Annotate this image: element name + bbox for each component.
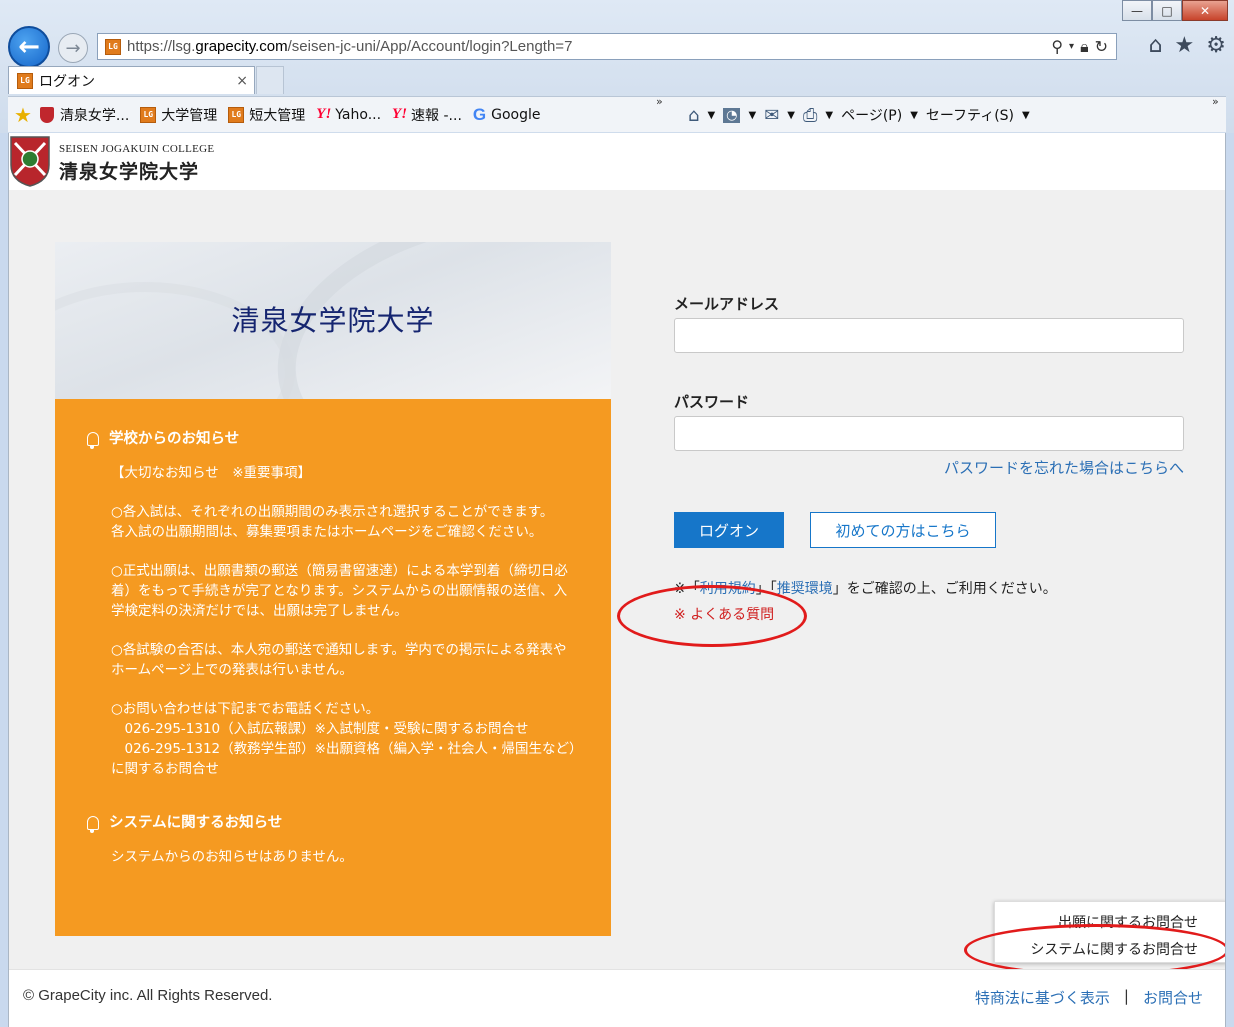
mail-icon[interactable]: ✉	[764, 105, 779, 126]
chevron-down-icon[interactable]: ▼	[825, 110, 833, 121]
logo-japanese: 清泉女学院大学	[59, 161, 200, 183]
copyright-text: © GrapeCity inc. All Rights Reserved.	[23, 987, 273, 1004]
lock-icon[interactable]: 🔒︎	[1080, 37, 1089, 57]
favorite-item-seisen[interactable]: 清泉女学...	[39, 105, 129, 125]
environment-link[interactable]: 推奨環境	[777, 581, 833, 597]
favorites-overflow-chevron-icon[interactable]: »	[656, 95, 663, 108]
notice-paragraph: ○正式出願は、出願書類の郵送（簡易書留速達）による本学到着（締切日必着）をもって…	[111, 563, 568, 619]
command-bar: ⌂ ▼ ◔ ▼ ✉ ▼ ⎙ ▼ ページ(P) ▼ セーフティ(S) ▼	[688, 97, 1030, 133]
favorite-item-google[interactable]: G Google	[473, 105, 541, 125]
home-icon[interactable]: ⌂	[1149, 33, 1163, 58]
contact-popup: 出願に関するお問合せ システムに関するお問合せ	[994, 901, 1225, 963]
tab-close-icon[interactable]: ×	[236, 73, 248, 89]
browser-chrome: — □ ✕ ← → LG https://lsg.grapecity.com/s…	[0, 0, 1234, 133]
faq-link[interactable]: よくある質問	[690, 607, 774, 623]
site-favicon-icon: LG	[105, 38, 121, 55]
print-icon[interactable]: ⎙	[803, 105, 817, 126]
browser-right-icons: ⌂ ★ ⚙	[1149, 33, 1226, 58]
favorites-star-icon[interactable]: ★	[1175, 33, 1195, 58]
search-icon[interactable]: ⚲	[1051, 37, 1063, 57]
gear-icon[interactable]: ⚙	[1206, 33, 1226, 58]
add-favorite-icon[interactable]: ★	[14, 103, 32, 127]
forgot-password-link[interactable]: パスワードを忘れた場合はこちらへ	[674, 457, 1184, 478]
site-header: SEISEN JOGAKUIN COLLEGE 清泉女学院大学	[9, 133, 1225, 190]
school-notice-heading: 学校からのお知らせ	[87, 429, 579, 449]
system-notice-text: システムからのお知らせはありません。	[111, 849, 353, 865]
lg-icon: LG	[140, 106, 157, 123]
home-icon[interactable]: ⌂	[688, 105, 699, 126]
favorite-item-univ-admin[interactable]: LG 大学管理	[140, 105, 217, 125]
notice-paragraph: 【大切なお知らせ ※重要事項】	[111, 465, 312, 481]
rss-feed-icon[interactable]: ◔	[723, 107, 741, 123]
crest-icon	[39, 106, 54, 123]
close-window-button[interactable]: ✕	[1182, 0, 1228, 21]
yahoo-icon: Y!	[316, 106, 332, 122]
site-footer: © GrapeCity inc. All Rights Reserved. 特商…	[9, 969, 1225, 1027]
minimize-button[interactable]: —	[1122, 0, 1152, 21]
password-label: パスワード	[674, 393, 750, 411]
favorites-bar: ★ 清泉女学... LG 大学管理 LG 短大管理 Y! Yaho... Y! …	[8, 95, 1226, 133]
tab-favicon-icon: LG	[17, 72, 33, 89]
back-button[interactable]: ←	[8, 26, 50, 68]
hero-banner: 清泉女学院大学	[55, 242, 611, 399]
address-bar-icons: ⚲ ▾ 🔒︎ ↻	[1051, 37, 1108, 57]
maximize-button[interactable]: □	[1152, 0, 1182, 21]
bell-icon	[87, 816, 99, 833]
terms-notice: ※「利用規約」「推奨環境」をご確認の上、ご利用ください。	[674, 581, 1057, 597]
system-inquiry-link[interactable]: システムに関するお問合せ	[1030, 939, 1198, 959]
chevron-down-icon[interactable]: ▼	[910, 110, 918, 121]
logo-english: SEISEN JOGAKUIN COLLEGE	[59, 143, 215, 155]
url-text[interactable]: https://lsg.grapecity.com/seisen-jc-uni/…	[127, 38, 572, 55]
footer-links: 特商法に基づく表示 | お問合せ	[975, 987, 1203, 1008]
login-form: メールアドレス パスワード パスワードを忘れた場合はこちらへ ログオン 初めての…	[674, 293, 1184, 624]
page-viewport: SEISEN JOGAKUIN COLLEGE 清泉女学院大学 清泉女学院大学 …	[8, 133, 1226, 1027]
first-time-button[interactable]: 初めての方はこちら	[810, 512, 996, 548]
chevron-down-icon[interactable]: ▼	[1022, 110, 1030, 121]
google-icon: G	[472, 104, 487, 124]
login-button[interactable]: ログオン	[674, 512, 784, 548]
email-field[interactable]	[674, 318, 1184, 353]
tab-login[interactable]: LG ログオン ×	[8, 66, 255, 94]
footer-contact-link[interactable]: お問合せ	[1143, 987, 1203, 1008]
yahoo-icon: Y!	[392, 106, 408, 122]
notice-panel: 学校からのお知らせ 【大切なお知らせ ※重要事項】 ○各入試は、それぞれの出願期…	[55, 399, 611, 936]
favorite-item-college-admin[interactable]: LG 短大管理	[228, 105, 305, 125]
faq-row: ※ よくある質問	[674, 607, 775, 623]
safety-menu[interactable]: セーフティ(S)	[926, 105, 1014, 125]
new-tab-button[interactable]	[256, 66, 284, 94]
address-bar[interactable]: LG https://lsg.grapecity.com/seisen-jc-u…	[97, 33, 1117, 60]
window-controls: — □ ✕	[1122, 0, 1228, 21]
chevron-down-icon[interactable]: ▼	[707, 110, 715, 121]
page-menu[interactable]: ページ(P)	[841, 105, 902, 125]
refresh-icon[interactable]: ↻	[1095, 37, 1108, 57]
password-field[interactable]	[674, 416, 1184, 451]
lg-icon: LG	[228, 106, 245, 123]
system-notice-heading: システムに関するお知らせ	[87, 813, 579, 833]
chevron-down-icon[interactable]: ▼	[787, 110, 795, 121]
legal-notice-link[interactable]: 特商法に基づく表示	[975, 987, 1110, 1008]
notice-paragraph: ○各試験の合否は、本人宛の郵送で通知します。学内での掲示による発表やホームページ…	[111, 642, 567, 678]
notice-paragraph: ○各入試は、それぞれの出願期間のみ表示され選択することができます。 各入試の出願…	[111, 504, 554, 540]
command-overflow-chevron-icon[interactable]: »	[1212, 95, 1219, 108]
tab-title: ログオン	[39, 73, 95, 90]
email-label: メールアドレス	[674, 295, 780, 313]
college-crest-icon	[10, 136, 50, 187]
favorite-item-yahoo[interactable]: Y! Yaho...	[316, 106, 381, 123]
application-inquiry-link[interactable]: 出願に関するお問合せ	[1058, 912, 1198, 932]
footer-separator: |	[1123, 987, 1129, 1005]
bell-icon	[87, 432, 99, 449]
favorite-item-yahoo-news[interactable]: Y! 速報 -...	[392, 105, 462, 125]
chevron-down-icon[interactable]: ▼	[748, 110, 756, 121]
hero-title: 清泉女学院大学	[231, 304, 435, 337]
dropdown-icon[interactable]: ▾	[1069, 41, 1074, 57]
notice-paragraph: ○お問い合わせは下記までお電話ください。 026-295-1310（入試広報課）…	[111, 701, 576, 777]
button-row: ログオン 初めての方はこちら	[674, 512, 1184, 548]
forward-button[interactable]: →	[58, 33, 88, 63]
terms-link[interactable]: 利用規約	[700, 581, 756, 597]
